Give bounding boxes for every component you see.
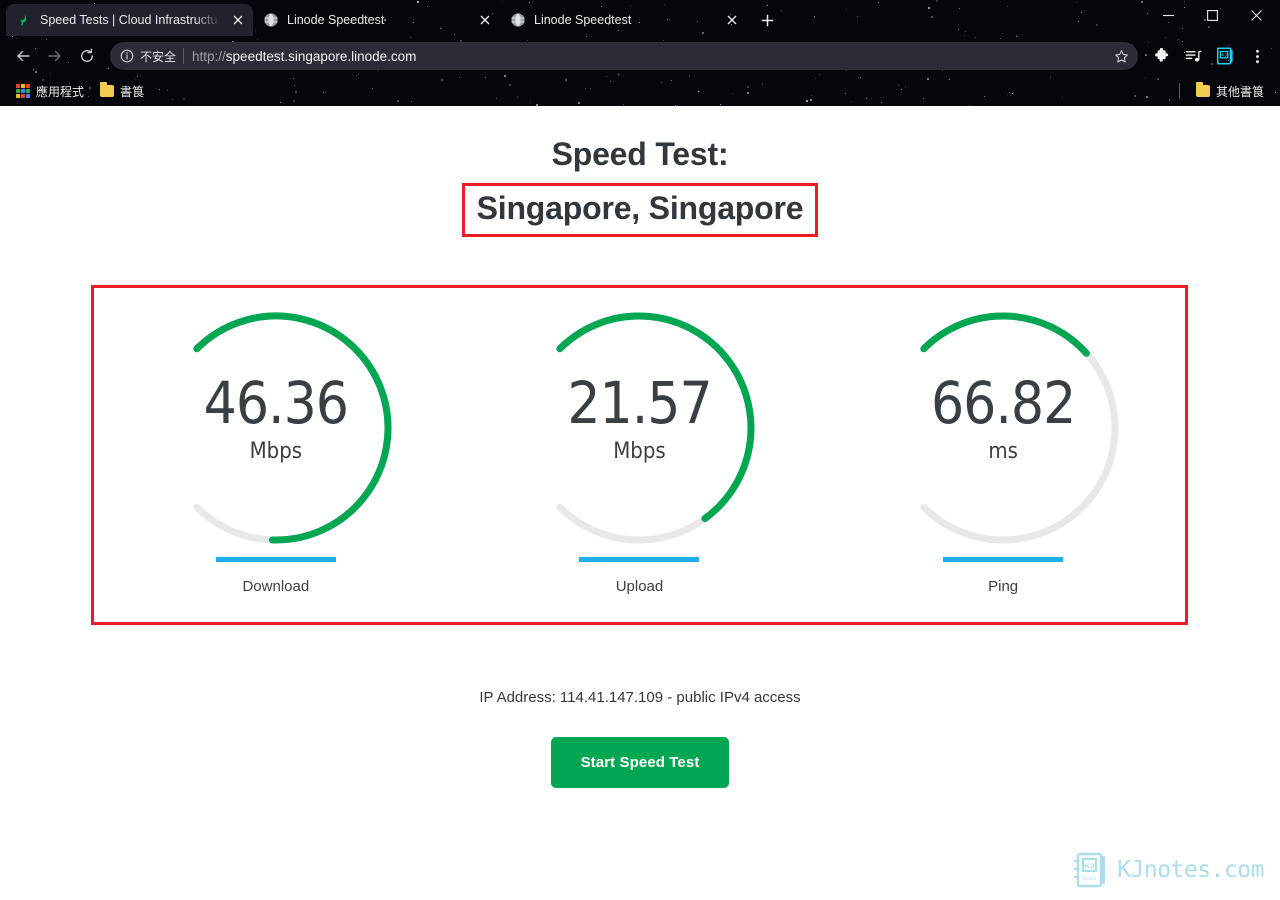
browser-toolbar: 不安全 http://speedtest.singapore.linode.co… [0,36,1280,76]
ip-address-line: IP Address: 114.41.147.109 - public IPv4… [479,689,801,706]
bookmark-apps-label: 應用程式 [36,84,85,99]
extensions-button[interactable] [1146,41,1176,71]
forward-button[interactable] [40,41,70,71]
gauge-upload-underline [579,557,700,562]
gauge-download-unit: Mbps [249,439,303,465]
start-speed-test-button[interactable]: Start Speed Test [550,737,730,788]
bookmark-apps[interactable]: 應用程式 [8,80,92,103]
omnibox-divider [183,48,185,64]
window-controls [1146,0,1280,36]
watermark-text: KJnotes.com [1117,857,1264,883]
tab-0-close-icon[interactable] [229,11,247,29]
puzzle-icon [1154,47,1168,62]
watermark: KJ Notes KJnotes.com [1071,852,1264,888]
bookmarks-bar-right: 其他書筤 [1171,80,1272,103]
tab-2-close-icon[interactable] [723,11,741,29]
gauge-download-readout: 46.36 Mbps [131,369,421,465]
apps-grid-icon [16,84,30,98]
media-control-button[interactable] [1178,41,1208,71]
tab-2[interactable]: Linode Speedtest [500,4,747,36]
info-circle-icon[interactable] [118,47,136,65]
security-status-text[interactable]: 不安全 [140,48,176,65]
gauge-upload-unit: Mbps [613,439,666,465]
tab-2-title: Linode Speedtest [534,13,632,27]
bookmark-folder-0[interactable]: 書筤 [92,80,152,103]
tab-0-title: Speed Tests | Cloud Infrastructu [40,13,218,27]
svg-text:KJ: KJ [1085,862,1095,871]
gauge-ping-underline [943,557,1064,562]
more-vertical-icon [1255,49,1259,63]
linode-leaf-icon [16,12,32,28]
globe-icon [510,12,526,28]
gauge-download-value: 46.36 [203,369,349,437]
gauge-upload-label: Upload [615,578,664,595]
arrow-right-icon [48,50,61,62]
reload-icon [81,48,93,62]
svg-text:Notes: Notes [1082,876,1097,882]
bookmark-other-label: 其他書筤 [1215,84,1264,99]
gauge-ping-unit: ms [988,439,1018,465]
bookmarks-divider [1178,83,1180,99]
back-button[interactable] [8,41,38,71]
url-text[interactable]: http://speedtest.singapore.linode.com [192,49,416,64]
gauge-upload-ring: 21.57 Mbps [494,300,784,550]
kjnotes-notebook-icon: KJ Notes [1071,852,1111,888]
bookmark-other-folder[interactable]: 其他書筤 [1188,80,1272,103]
arrow-left-icon [17,50,30,62]
gauge-row: 46.36 Mbps Download 21.57 Mbps Upload 66… [94,288,1185,622]
tab-1-title: Linode Speedtest [287,13,385,27]
gauge-ping-label: Ping [988,578,1019,595]
folder-icon [100,82,115,97]
page-title-line2: Singapore, Singapore [476,189,804,226]
tab-strip: Speed Tests | Cloud Infrastructu Linode … [0,0,1280,36]
page-viewport: Speed Test: Singapore, Singapore 46.36 M… [0,106,1280,900]
minimize-button[interactable] [1146,0,1190,30]
plus-icon [761,14,773,26]
speedtest-page: Speed Test: Singapore, Singapore 46.36 M… [0,106,1280,900]
globe-icon [263,12,279,28]
gauge-ping-readout: 66.82 ms [858,369,1148,465]
maximize-button[interactable] [1190,0,1234,30]
new-tab-button[interactable] [753,6,781,34]
cta-wrapper: Start Speed Test [0,737,1280,788]
browser-menu-button[interactable] [1242,41,1272,71]
gauge-download-underline [215,557,336,562]
folder-icon [1195,82,1210,97]
location-annotation-box: Singapore, Singapore [461,182,819,237]
tab-0[interactable]: Speed Tests | Cloud Infrastructu [6,4,253,36]
reload-button[interactable] [72,41,102,71]
page-title-line1: Speed Test: [551,136,729,172]
gauge-download-label: Download [242,578,310,595]
tab-1[interactable]: Linode Speedtest [253,4,500,36]
gauge-ping-ring: 66.82 ms [858,300,1148,550]
gauge-download-ring: 46.36 Mbps [131,300,421,550]
url-scheme: http:// [192,48,226,64]
gauge-upload-readout: 21.57 Mbps [494,369,784,465]
gauge-upload-value: 21.57 [567,369,712,437]
page-title: Speed Test: Singapore, Singapore [0,134,1280,237]
bookmark-folder-0-label: 書筤 [120,84,145,99]
close-button[interactable] [1234,0,1278,30]
gauge-upload: 21.57 Mbps Upload [489,300,789,595]
bookmarks-bar: 應用程式 書筤 其他書筤 [0,76,1280,106]
browser-window: Speed Tests | Cloud Infrastructu Linode … [0,0,1280,900]
svg-text:KJ: KJ [1221,53,1226,58]
star-icon[interactable] [1108,43,1134,69]
gauge-download: 46.36 Mbps Download [126,300,426,595]
media-list-icon [1185,50,1201,62]
url-host: speedtest.singapore.linode.com [225,48,417,64]
kjnotes-extension-icon[interactable]: KJ [1210,41,1240,71]
gauge-ping: 66.82 ms Ping [853,300,1153,595]
gauge-ping-value: 66.82 [930,369,1076,437]
gauges-annotation-box: 46.36 Mbps Download 21.57 Mbps Upload 66… [91,285,1188,625]
tab-1-close-icon[interactable] [476,11,494,29]
address-bar[interactable]: 不安全 http://speedtest.singapore.linode.co… [110,42,1138,70]
